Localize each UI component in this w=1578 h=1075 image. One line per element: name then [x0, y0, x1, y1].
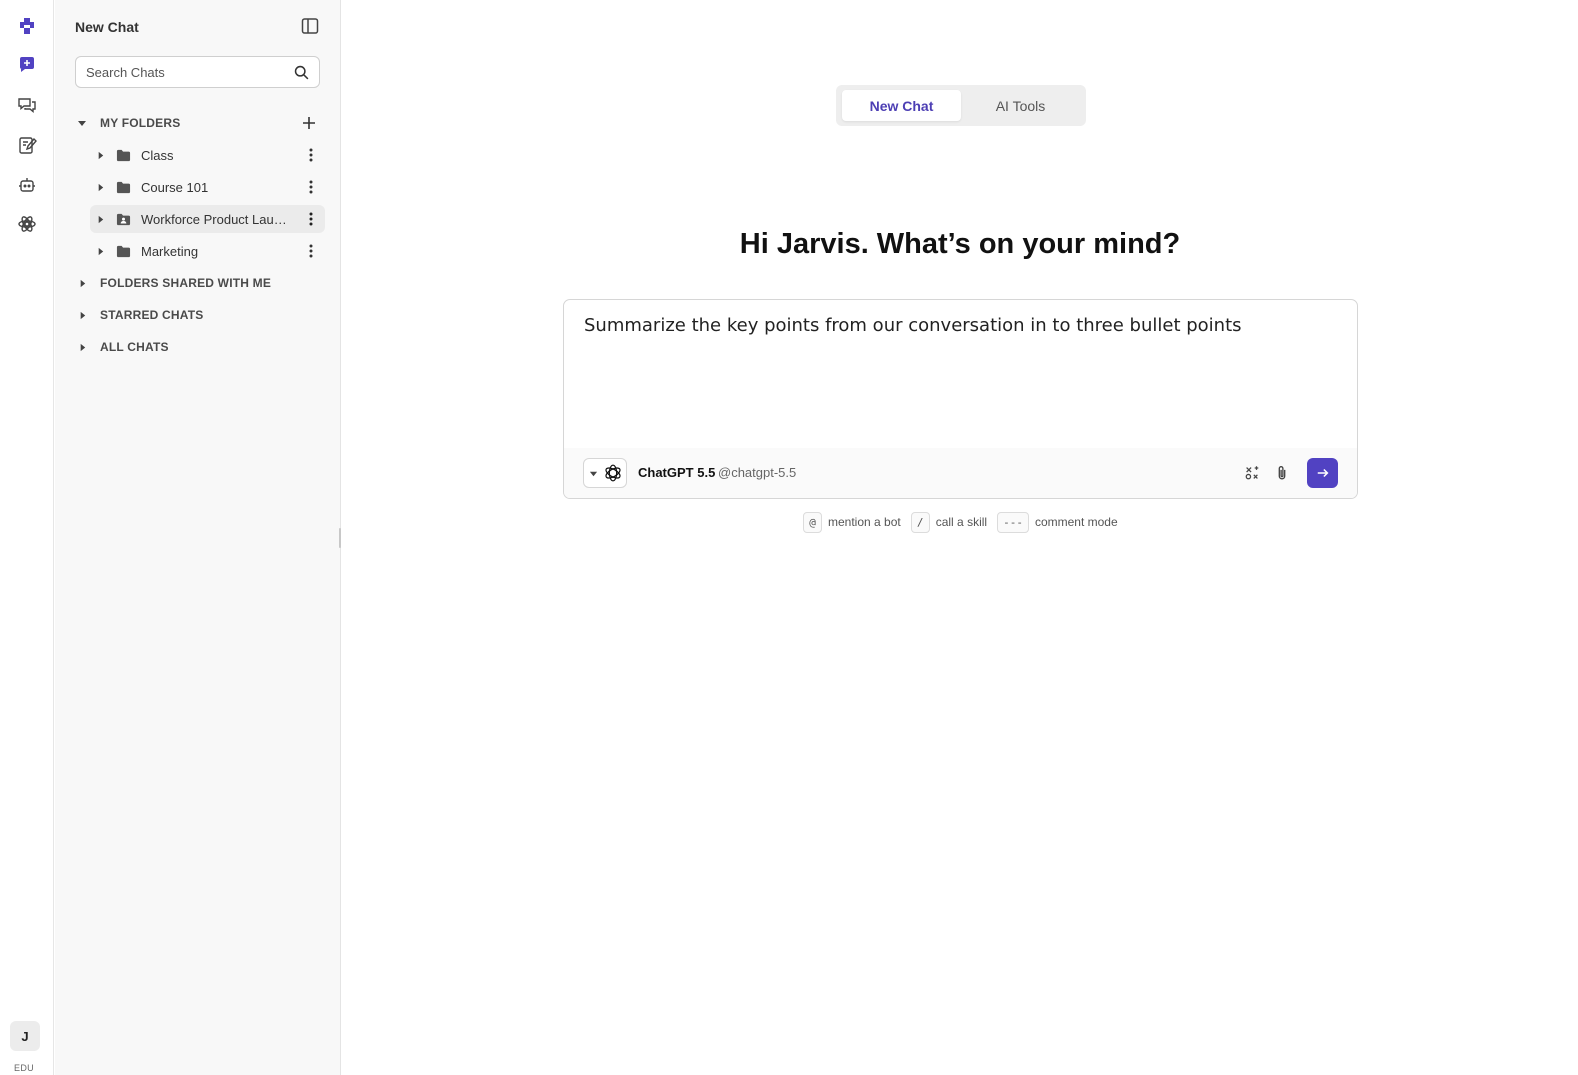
section-starred-chats[interactable]: STARRED CHATS — [75, 303, 204, 327]
more-vertical-icon[interactable] — [303, 147, 319, 163]
add-folder-button[interactable] — [300, 114, 318, 132]
folder-item-workforce-product-launch[interactable]: Workforce Product Launch — [90, 205, 325, 233]
search-icon[interactable] — [293, 64, 310, 81]
section-label: MY FOLDERS — [100, 116, 181, 130]
sidebar-toggle-icon[interactable] — [300, 16, 320, 36]
folder-name: Class — [141, 147, 174, 163]
chat-composer: Summarize the key points from our conver… — [563, 299, 1358, 499]
caret-right-icon[interactable] — [94, 181, 106, 193]
folder-icon — [116, 181, 131, 193]
composer-hints: @ mention a bot / call a skill --- comme… — [803, 511, 1128, 533]
section-folders-shared[interactable]: FOLDERS SHARED WITH ME — [75, 271, 271, 295]
hint-key: / — [910, 511, 930, 533]
shared-folder-icon — [116, 213, 131, 225]
tools-off-icon[interactable] — [1242, 463, 1262, 483]
folder-icon — [116, 245, 131, 257]
brand-logo-icon[interactable] — [11, 10, 43, 42]
tools-icon[interactable] — [11, 208, 43, 240]
hint-text: comment mode — [1034, 515, 1118, 529]
more-vertical-icon[interactable] — [303, 179, 319, 195]
sidebar: New Chat MY FOLDERS Class Course 101 Wor… — [55, 0, 341, 1075]
hint-text: mention a bot — [828, 515, 901, 529]
caret-right-icon — [75, 308, 89, 322]
caret-right-icon — [75, 276, 89, 290]
paperclip-icon[interactable] — [1272, 463, 1292, 483]
search-box — [75, 56, 320, 88]
caret-right-icon[interactable] — [94, 149, 106, 161]
bot-name: ChatGPT 5.5 — [638, 465, 716, 480]
folder-name: Course 101 — [141, 179, 209, 195]
plan-label: EDU — [14, 1063, 34, 1073]
bot-handle: @chatgpt-5.5 — [718, 465, 797, 480]
caret-right-icon[interactable] — [94, 213, 106, 225]
chats-icon[interactable] — [11, 89, 43, 121]
section-my-folders[interactable]: MY FOLDERS — [75, 111, 180, 135]
icon-rail: J EDU — [0, 0, 54, 1075]
new-chat-icon[interactable] — [11, 49, 43, 81]
hint-key: @ — [803, 511, 822, 533]
hint-text: call a skill — [935, 515, 988, 529]
greeting-heading: Hi Jarvis. What’s on your mind? — [739, 228, 1181, 260]
caret-down-icon — [586, 469, 600, 478]
tab-ai-tools[interactable]: AI Tools — [961, 90, 1080, 121]
caret-down-icon — [75, 116, 89, 130]
folder-icon — [116, 149, 131, 161]
folder-item-class[interactable]: Class — [90, 141, 325, 169]
message-input[interactable]: Summarize the key points from our conver… — [584, 314, 1339, 444]
section-all-chats[interactable]: ALL CHATS — [75, 335, 169, 359]
send-button[interactable] — [1307, 458, 1338, 488]
more-vertical-icon[interactable] — [303, 211, 319, 227]
composer-toolbar: ChatGPT 5.5 @chatgpt-5.5 — [564, 448, 1357, 498]
search-input[interactable] — [86, 57, 286, 87]
folder-item-marketing[interactable]: Marketing — [90, 237, 325, 265]
avatar-initial: J — [21, 1028, 29, 1044]
send-arrow-icon — [1317, 468, 1328, 478]
section-label: STARRED CHATS — [100, 308, 204, 322]
folder-item-course-101[interactable]: Course 101 — [90, 173, 325, 201]
notes-icon[interactable] — [11, 129, 43, 161]
more-vertical-icon[interactable] — [303, 243, 319, 259]
sidebar-title: New Chat — [75, 19, 139, 35]
avatar[interactable]: J — [10, 1021, 40, 1051]
folder-name: Workforce Product Launch — [141, 211, 289, 227]
bots-icon[interactable] — [11, 169, 43, 201]
mode-tabs: New Chat AI Tools — [836, 85, 1086, 126]
caret-right-icon — [75, 340, 89, 354]
bot-selector[interactable] — [583, 458, 627, 488]
folder-name: Marketing — [141, 243, 199, 259]
tab-new-chat[interactable]: New Chat — [842, 90, 961, 121]
section-label: FOLDERS SHARED WITH ME — [100, 276, 272, 290]
chatgpt-logo-icon — [600, 460, 626, 486]
hint-key: --- — [997, 511, 1029, 533]
caret-right-icon[interactable] — [94, 245, 106, 257]
sidebar-resize-handle[interactable] — [339, 528, 341, 548]
section-label: ALL CHATS — [100, 340, 169, 354]
